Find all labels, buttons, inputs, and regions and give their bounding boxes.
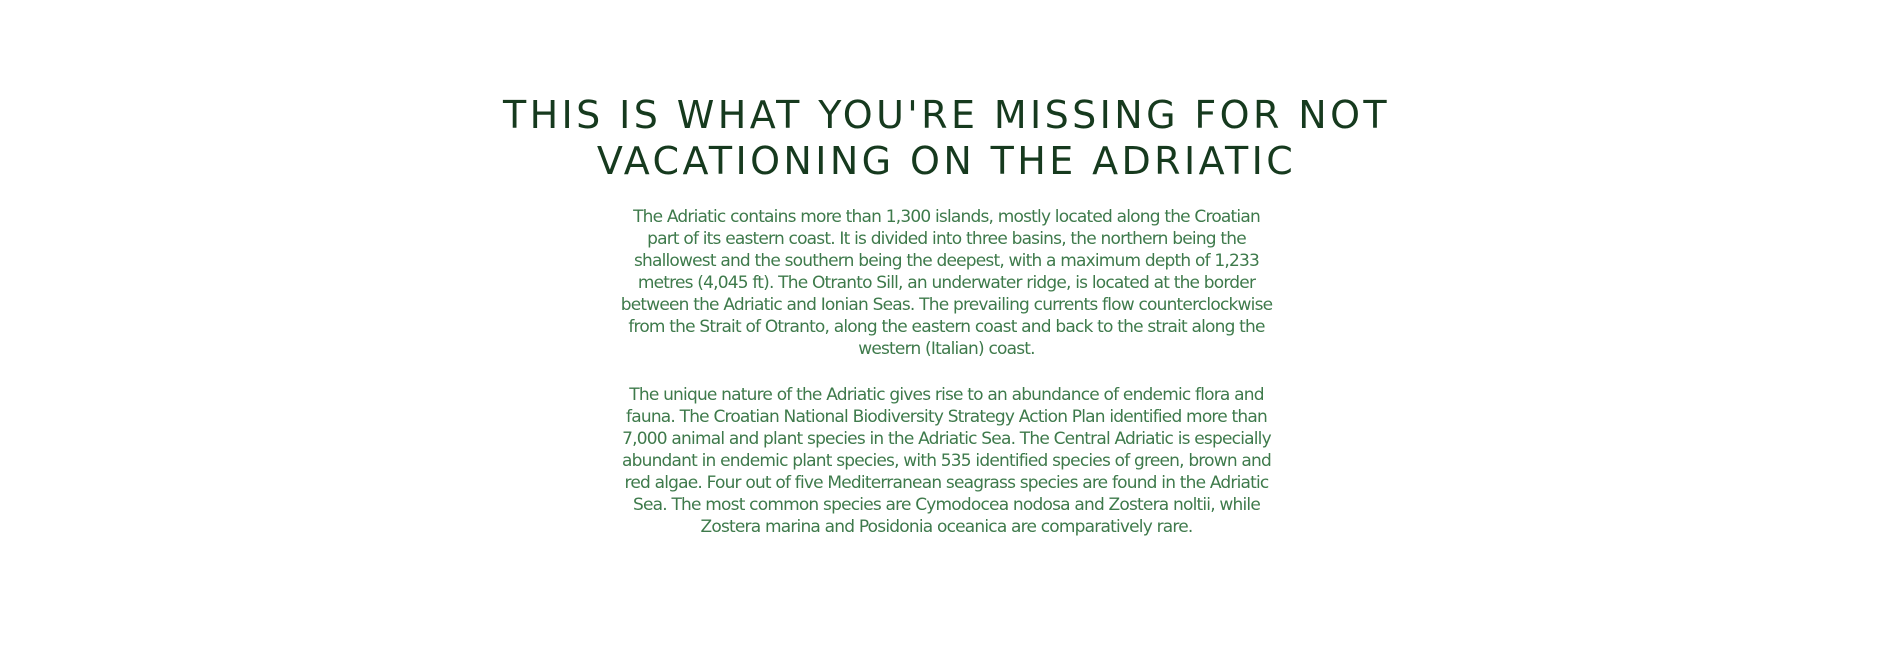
page-title-line-2: VACATIONING ON THE ADRIATIC xyxy=(596,139,1297,183)
biodiversity-paragraph: The unique nature of the Adriatic gives … xyxy=(622,385,1272,537)
content-section: THIS IS WHAT YOU'RE MISSING FOR NOT VACA… xyxy=(0,0,1893,652)
page-title: THIS IS WHAT YOU'RE MISSING FOR NOT VACA… xyxy=(0,92,1893,184)
intro-paragraph: The Adriatic contains more than 1,300 is… xyxy=(620,207,1273,359)
page-title-line-1: THIS IS WHAT YOU'RE MISSING FOR NOT xyxy=(502,93,1391,137)
